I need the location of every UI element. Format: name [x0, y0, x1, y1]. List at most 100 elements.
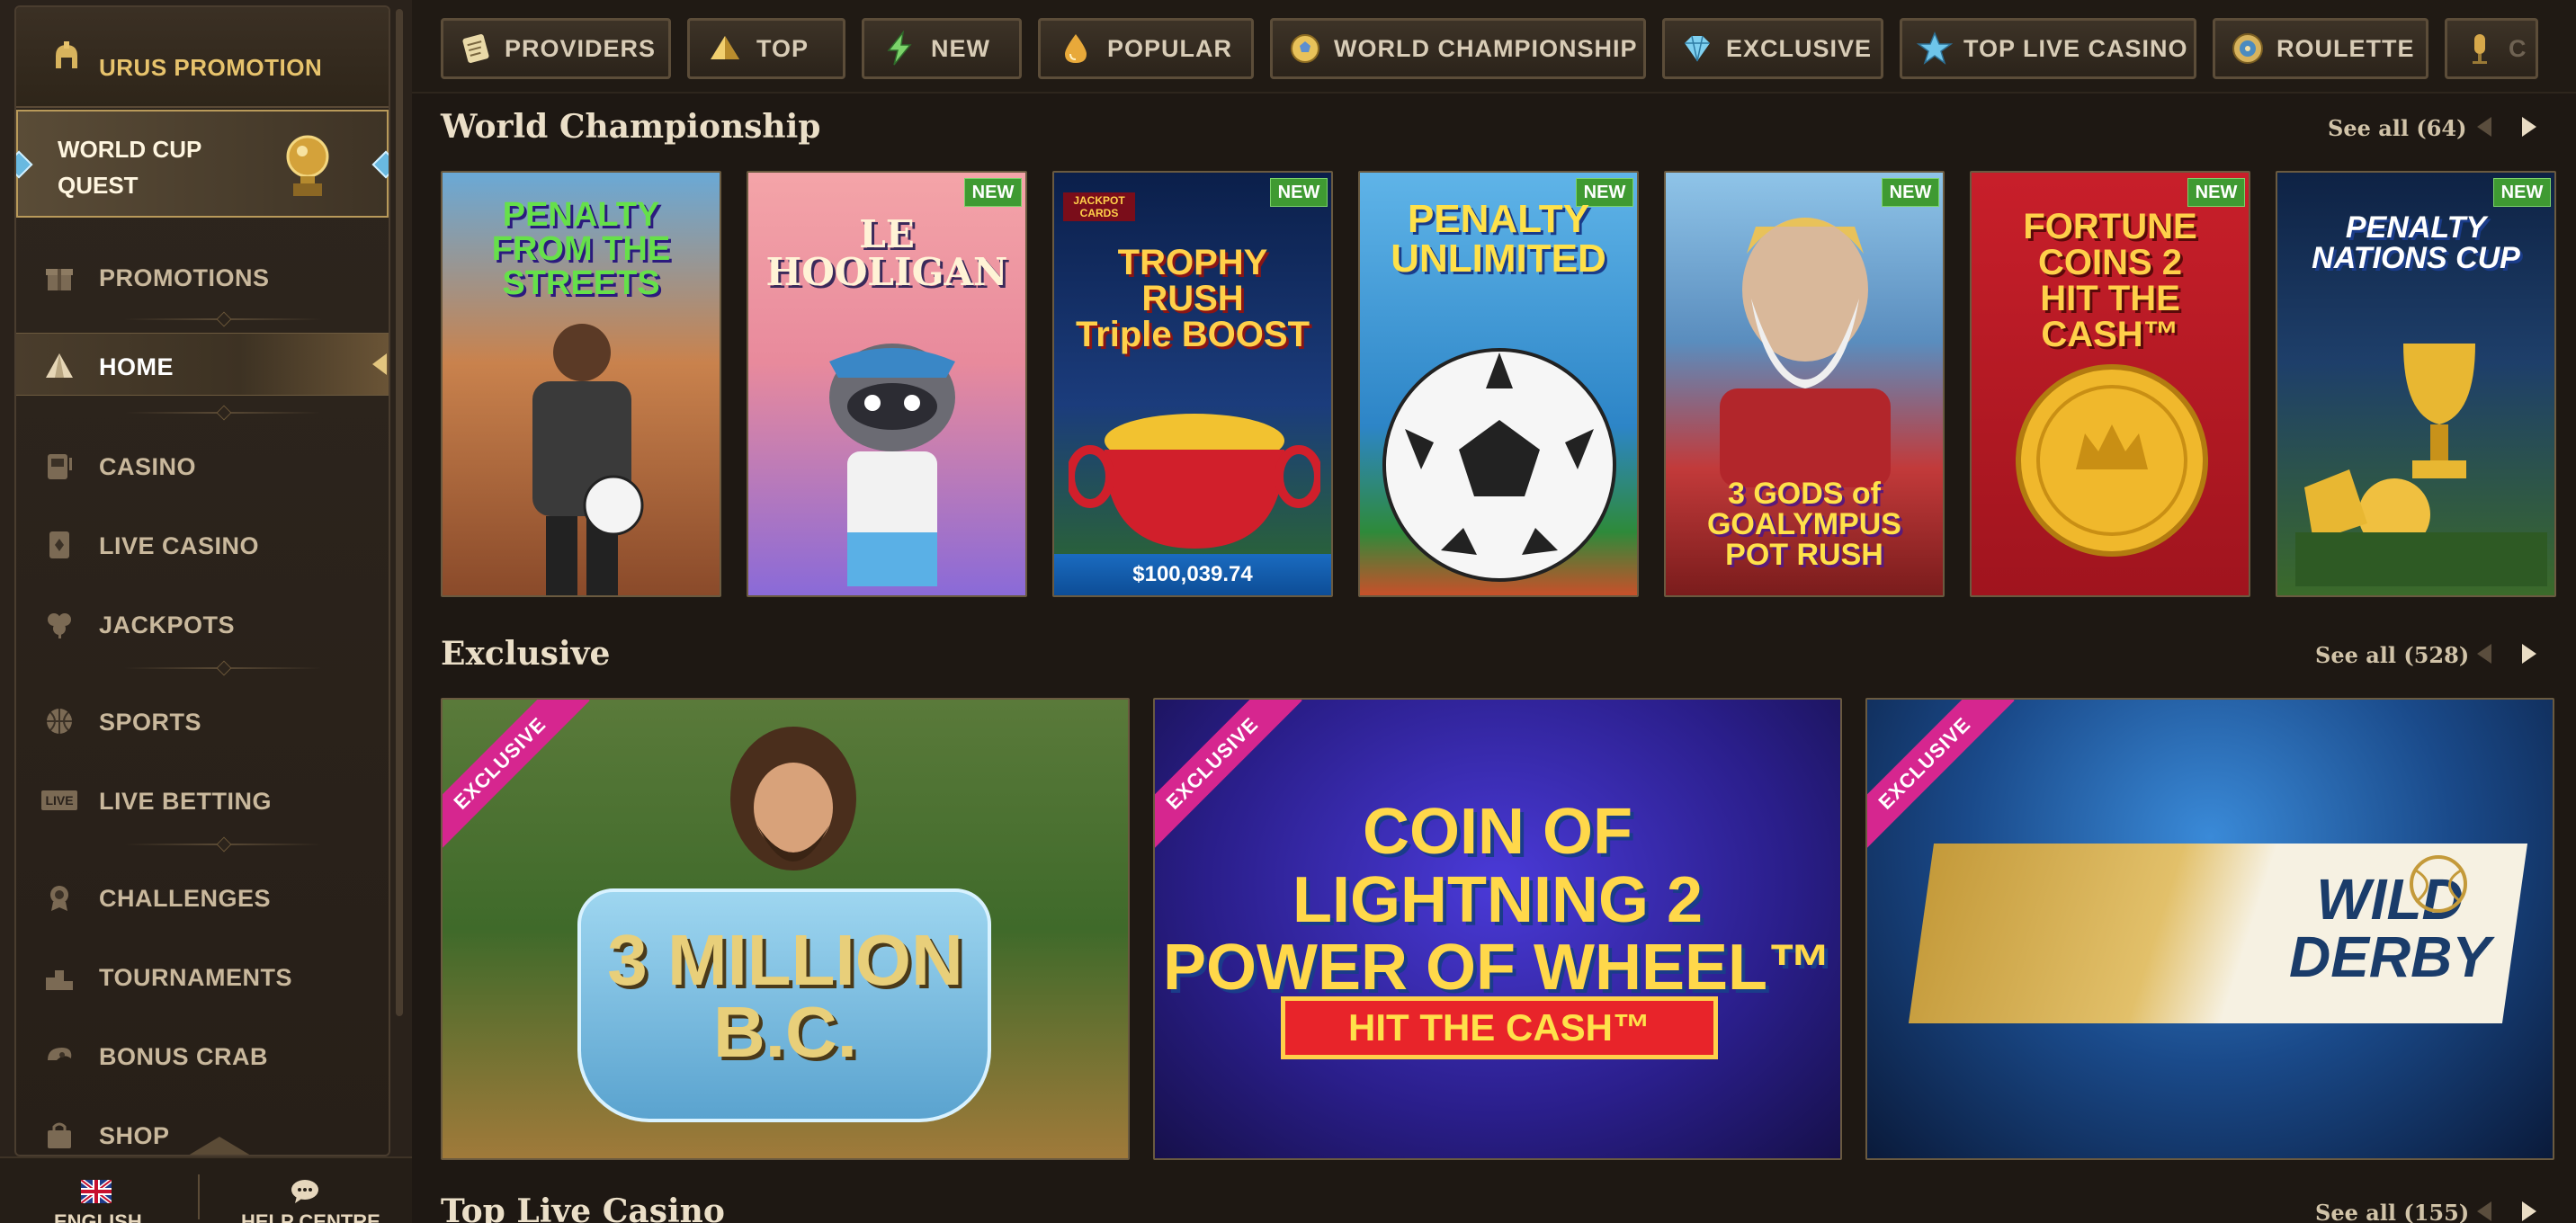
section-title-exclusive: Exclusive: [441, 635, 611, 673]
zeus-illustration: [1720, 218, 1891, 487]
main-content: PROVIDERS TOP NEW POPULAR WORLD CHAMPION…: [412, 0, 2576, 1223]
slot-machine-icon: [43, 450, 76, 482]
sidebar-item-casino[interactable]: CASINO: [16, 433, 389, 496]
tab-exclusive[interactable]: EXCLUSIVE: [1662, 18, 1883, 79]
lightning-icon: [879, 28, 920, 69]
game-card[interactable]: NEW FORTUNE COINS 2 HIT THE CASH™: [1970, 171, 2250, 597]
sidebar-item-live-betting[interactable]: LIVE LIVE BETTING: [16, 768, 389, 831]
tab-label: NEW: [931, 34, 990, 62]
raccoon-illustration: [829, 344, 955, 586]
sidebar-item-label: PROMOTIONS: [99, 264, 270, 291]
sidebar-item-jackpots[interactable]: JACKPOTS: [16, 592, 389, 655]
chat-bubble-icon: [290, 1178, 320, 1209]
help-centre-link[interactable]: HELP CENTRE: [241, 1210, 380, 1223]
prev-arrow-icon[interactable]: [2472, 115, 2495, 138]
bag-icon: [43, 1119, 76, 1151]
game-card[interactable]: PENALTY FROM THE STREETS: [441, 171, 721, 597]
exclusive-game-card[interactable]: EXCLUSIVE WILD DERBY: [1865, 698, 2554, 1160]
roulette-icon: [2230, 28, 2266, 69]
sidebar-item-bonus-crab[interactable]: BONUS CRAB: [16, 1023, 389, 1086]
sidebar-item-home[interactable]: HOME: [16, 333, 389, 396]
new-badge: NEW: [2187, 178, 2245, 207]
sidebar-footer: ENGLISH HELP CENTRE: [0, 1156, 412, 1223]
tab-new[interactable]: NEW: [862, 18, 1022, 79]
sidebar-item-label: SPORTS: [99, 709, 202, 736]
game-card[interactable]: JACKPOT CARDS NEW TROPHY RUSH Triple BOO…: [1052, 171, 1333, 597]
sidebar-item-promotions[interactable]: PROMOTIONS: [16, 245, 389, 308]
next-arrow-icon[interactable]: [2518, 115, 2542, 138]
game-card[interactable]: NEW LE HOOLIGAN: [747, 171, 1027, 597]
divider: [124, 318, 322, 320]
podium-icon: [43, 960, 76, 993]
game-title: COIN OF LIGHTNING 2 POWER OF WHEEL™: [1163, 796, 1832, 1004]
tab-label: ROULETTE: [2276, 34, 2415, 62]
gold-coin-illustration: [2016, 364, 2208, 557]
exclusive-game-card[interactable]: EXCLUSIVE COIN OF LIGHTNING 2 POWER OF W…: [1153, 698, 1842, 1160]
basketball-icon: [43, 705, 76, 737]
uk-flag-icon: [79, 1178, 113, 1207]
sidebar-item-label: LIVE BETTING: [99, 788, 273, 815]
sidebar-item-live-casino[interactable]: LIVE CASINO: [16, 513, 389, 576]
tab-world-championship[interactable]: WORLD CHAMPIONSHIP: [1270, 18, 1646, 79]
section-title-top-live-casino: Top Live Casino: [441, 1192, 725, 1223]
tab-partial[interactable]: C: [2445, 18, 2538, 79]
golden-trophy-illustration: [2295, 344, 2547, 586]
exclusive-game-card[interactable]: EXCLUSIVE 3 MILLION B.C.: [441, 698, 1130, 1160]
hit-the-cash-banner: HIT THE CASH™: [1281, 996, 1718, 1059]
prev-arrow-icon[interactable]: [2472, 642, 2495, 665]
game-title: 3 MILLION B.C.: [607, 920, 963, 1072]
game-title: FORTUNE COINS 2 HIT THE CASH™: [2023, 207, 2197, 354]
tab-top-live-casino[interactable]: TOP LIVE CASINO: [1900, 18, 2196, 79]
diamond-icon: [1679, 28, 1715, 69]
sidebar-item-label: CHALLENGES: [99, 885, 272, 912]
sidebar-item-tournaments[interactable]: TOURNAMENTS: [16, 944, 389, 1007]
tab-popular[interactable]: POPULAR: [1038, 18, 1254, 79]
drop-icon: [1055, 28, 1096, 69]
see-all-exclusive-link[interactable]: See all (528): [2315, 642, 2469, 668]
tab-label: TOP LIVE CASINO: [1963, 34, 2188, 62]
sidebar-item-label: JACKPOTS: [99, 612, 236, 638]
game-card[interactable]: NEW 3 GODS of GOALYMPUS POT RUSH: [1664, 171, 1945, 597]
new-badge: NEW: [964, 178, 1022, 207]
tab-label: POPULAR: [1107, 34, 1233, 62]
tab-top[interactable]: TOP: [687, 18, 845, 79]
world-cup-quest-label: WORLD CUP QUEST: [58, 136, 202, 199]
exclusive-ribbon: EXCLUSIVE: [1867, 700, 2015, 853]
scroll-icon: [458, 28, 494, 69]
game-title: WILD DERBY: [2288, 867, 2491, 989]
player-illustration: [532, 324, 644, 595]
clover-icon: [43, 608, 76, 640]
prev-arrow-icon[interactable]: [2472, 1200, 2495, 1223]
next-arrow-icon[interactable]: [2518, 642, 2542, 665]
trophy-ball-icon: [279, 129, 336, 205]
see-all-live-link[interactable]: See all (155): [2315, 1200, 2469, 1223]
next-arrow-icon[interactable]: [2518, 1200, 2542, 1223]
game-title: PENALTY NATIONS CUP: [2312, 210, 2520, 275]
exclusive-ribbon: EXCLUSIVE: [443, 700, 590, 853]
sidebar-item-sports[interactable]: SPORTS: [16, 689, 389, 752]
star-icon: [1917, 28, 1953, 69]
pyramid-icon: [704, 28, 746, 69]
helmet-icon: [49, 40, 85, 79]
world-cup-quest-banner[interactable]: WORLD CUP QUEST: [16, 110, 389, 218]
see-all-world-link[interactable]: See all (64): [2328, 115, 2466, 141]
playing-card-icon: [43, 529, 76, 561]
tab-label: WORLD CHAMPIONSHIP: [1334, 34, 1638, 62]
sidebar-item-challenges[interactable]: CHALLENGES: [16, 865, 389, 928]
game-card[interactable]: NEW PENALTY NATIONS CUP: [2276, 171, 2556, 597]
game-title: 3 GODS of GOALYMPUS POT RUSH: [1706, 477, 1901, 572]
section-title-world-championship: World Championship: [441, 108, 821, 146]
medal-icon: [43, 881, 76, 914]
crab-icon: [43, 1040, 76, 1072]
scroll-up-indicator[interactable]: [183, 1137, 255, 1155]
language-selector[interactable]: ENGLISH: [54, 1210, 142, 1223]
divider: [124, 412, 322, 414]
game-card[interactable]: NEW PENALTY UNLIMITED: [1358, 171, 1639, 597]
tab-providers[interactable]: PROVIDERS: [441, 18, 671, 79]
caveman-illustration: [730, 727, 856, 870]
tab-roulette[interactable]: ROULETTE: [2213, 18, 2428, 79]
category-tab-bar: PROVIDERS TOP NEW POPULAR WORLD CHAMPION…: [412, 0, 2576, 94]
sidebar-item-label: BONUS CRAB: [99, 1043, 269, 1070]
sidebar-scrollbar[interactable]: [396, 9, 403, 1016]
urus-promotion-item[interactable]: URUS PROMOTION: [16, 7, 389, 108]
